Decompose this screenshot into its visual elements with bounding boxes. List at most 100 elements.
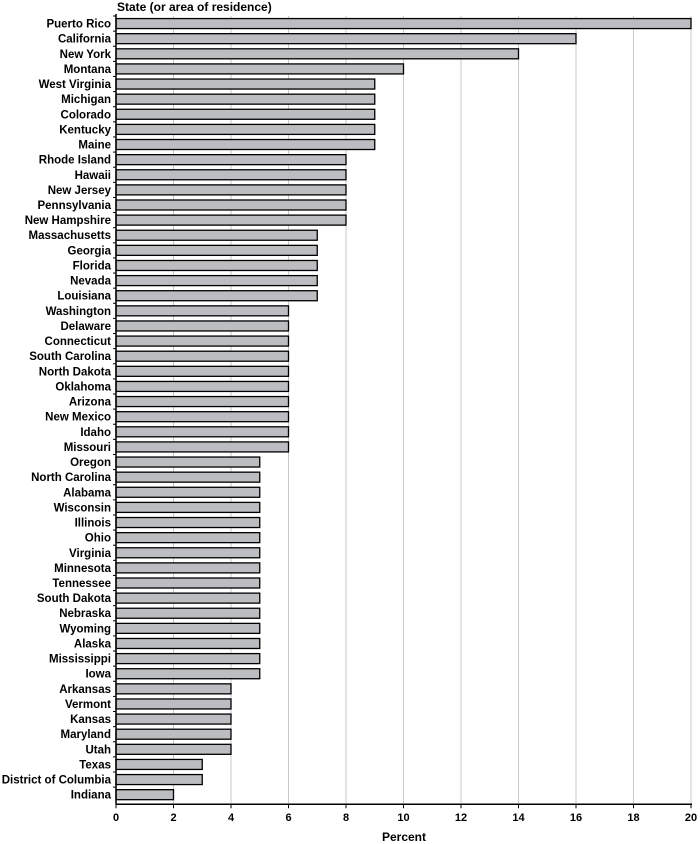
bar: [115, 365, 290, 377]
x-tick-labels: 0 2 4 6 8 10 12 14 16 18 20: [113, 812, 697, 824]
category-label: Alabama: [63, 487, 112, 499]
bar: [115, 184, 347, 196]
category-label: Tennessee: [52, 578, 111, 590]
category-label: Massachusetts: [29, 230, 111, 242]
bar: [115, 395, 290, 408]
category-label: Texas: [79, 759, 111, 771]
category-label: Pennsylvania: [37, 200, 111, 212]
bar: [115, 471, 261, 483]
bar: [115, 214, 347, 226]
bar: [115, 728, 232, 740]
bar: [115, 199, 347, 211]
category-label: Wyoming: [59, 623, 111, 635]
bar: [115, 335, 290, 347]
x-tick-label: 4: [228, 812, 235, 824]
category-label: Minnesota: [54, 563, 111, 575]
bar: [115, 229, 318, 241]
bar: [115, 411, 290, 423]
bar: [115, 547, 261, 559]
bar: [115, 63, 405, 75]
bar: [115, 607, 261, 619]
category-label: Arizona: [69, 397, 112, 409]
x-tick-label: 6: [285, 812, 291, 824]
category-label: West Virginia: [39, 79, 112, 91]
x-tick-label: 14: [512, 812, 525, 824]
category-label: Indiana: [71, 790, 112, 802]
category-label: Kentucky: [59, 124, 111, 136]
category-label: Mississippi: [49, 654, 111, 666]
x-tick-label: 8: [343, 812, 349, 824]
x-tick-label: 16: [570, 812, 582, 824]
bar: [115, 501, 261, 514]
bar: [115, 17, 692, 30]
category-label: Kansas: [70, 714, 111, 726]
category-label: Vermont: [65, 699, 111, 711]
category-label: Florida: [73, 260, 112, 272]
category-label: Nevada: [70, 276, 112, 288]
category-label: Oklahoma: [55, 381, 111, 393]
bar-chart: State (or area of residence) Puerto Rico…: [2, 0, 697, 844]
bar: [115, 486, 261, 498]
bar: [115, 743, 232, 755]
bar: [115, 683, 232, 695]
bar: [115, 531, 261, 544]
bar: [115, 169, 347, 181]
category-label: Montana: [64, 64, 112, 76]
category-label: Ohio: [85, 533, 111, 545]
category-label: New York: [60, 49, 112, 61]
category-label: Michigan: [61, 94, 111, 106]
bar: [115, 153, 347, 166]
bar: [115, 622, 261, 635]
bar: [115, 456, 261, 468]
category-label: Maine: [78, 140, 111, 152]
bar: [115, 350, 290, 362]
category-label: Iowa: [85, 669, 111, 681]
category-label: Arkansas: [59, 684, 111, 696]
bar: [115, 592, 261, 604]
bar: [115, 93, 376, 105]
bar: [115, 290, 318, 302]
category-label: Alaska: [74, 638, 112, 650]
bar: [115, 441, 290, 453]
category-label: New Jersey: [48, 185, 112, 197]
category-label: Idaho: [80, 427, 111, 439]
category-label: Nebraska: [59, 608, 111, 620]
category-label: Illinois: [75, 518, 111, 530]
bar: [115, 713, 232, 725]
x-tick-label: 12: [455, 812, 467, 824]
category-label: California: [58, 34, 112, 46]
x-tick-label: 2: [170, 812, 176, 824]
category-label: New Hampshire: [25, 215, 111, 227]
category-label: Hawaii: [75, 170, 111, 182]
category-label: Delaware: [60, 321, 111, 333]
category-label: Missouri: [64, 442, 111, 454]
bar: [115, 637, 261, 650]
bar: [115, 789, 175, 801]
category-label: Wisconsin: [54, 502, 111, 514]
category-label: Washington: [46, 306, 111, 318]
category-label: Louisiana: [57, 291, 111, 303]
category-label: Rhode Island: [39, 155, 111, 167]
bar: [115, 244, 318, 257]
bar: [115, 698, 232, 710]
category-label: Georgia: [68, 245, 112, 257]
x-tick-label: 20: [685, 812, 697, 824]
x-axis-title: Percent: [382, 830, 426, 844]
bar: [115, 426, 290, 438]
category-label: Virginia: [69, 548, 112, 560]
bar: [115, 274, 318, 287]
bar: [115, 78, 376, 90]
category-label: New Mexico: [45, 412, 111, 424]
bar: [115, 33, 577, 45]
category-label: South Dakota: [37, 593, 112, 605]
category-label: Connecticut: [45, 336, 112, 348]
x-tick-label: 18: [627, 812, 639, 824]
bar: [115, 138, 376, 151]
category-label: District of Columbia: [2, 775, 112, 787]
category-label: South Carolina: [29, 351, 111, 363]
bar: [115, 48, 520, 60]
bar: [115, 320, 290, 332]
category-label: Puerto Rico: [46, 19, 111, 31]
category-label: Utah: [85, 744, 111, 756]
bar: [115, 516, 261, 529]
